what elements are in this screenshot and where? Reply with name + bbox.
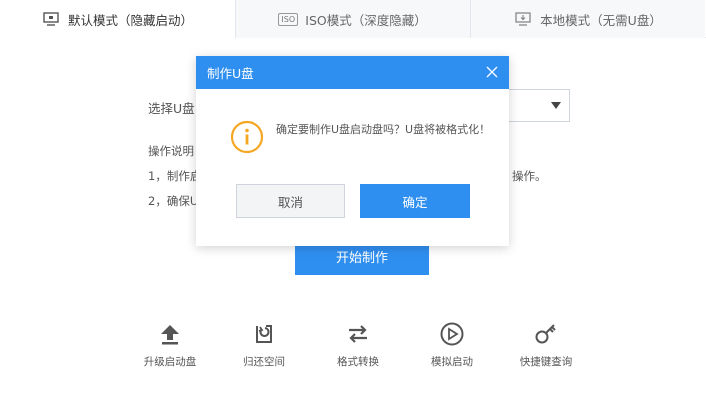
tool-label: 归还空间 <box>243 356 285 368</box>
tab-local-mode[interactable]: 本地模式（无需U盘） <box>470 0 705 38</box>
chevron-down-icon <box>551 102 561 109</box>
tab-label: 默认模式（隐藏启动） <box>67 12 193 28</box>
iso-badge: ISO <box>278 12 299 26</box>
tool-restore-space[interactable]: 归还空间 <box>224 318 304 369</box>
cancel-button[interactable]: 取消 <box>236 184 345 218</box>
tool-label: 升级启动盘 <box>143 356 197 368</box>
tab-label: ISO模式（深度隐藏） <box>305 12 427 28</box>
dialog-message: 确定要制作U盘启动盘吗？U盘将被格式化！ <box>276 123 491 136</box>
tool-label: 模拟启动 <box>431 356 473 368</box>
instruction-line-2: 2，确保U <box>148 194 199 208</box>
restore-icon <box>224 318 304 350</box>
dialog-body: 确定要制作U盘启动盘吗？U盘将被格式化！ 取消 确定 <box>196 89 509 246</box>
instruction-line-1: 1，制作启 <box>148 169 202 183</box>
iso-icon: ISO <box>278 10 299 28</box>
key-icon <box>506 318 586 350</box>
tool-label: 快捷键查询 <box>519 356 573 368</box>
tool-format-convert[interactable]: 格式转换 <box>318 318 398 369</box>
tool-upgrade-boot-disk[interactable]: 升级启动盘 <box>130 318 210 369</box>
select-usb-label: 选择U盘 <box>148 101 195 116</box>
tool-hotkey-query[interactable]: 快捷键查询 <box>506 318 586 369</box>
tab-default-mode[interactable]: 默认模式（隐藏启动） <box>0 0 235 39</box>
instruction-line-1-tail: 操作。 <box>512 169 547 183</box>
monitor-icon <box>42 10 60 28</box>
upload-arrow-icon <box>130 318 210 350</box>
confirm-button[interactable]: 确定 <box>360 184 470 218</box>
close-icon[interactable] <box>485 65 499 79</box>
tool-bar: 升级启动盘 归还空间 格式转换 模拟启动 快捷键查询 <box>130 318 590 378</box>
dialog-title: 制作U盘 <box>207 66 254 81</box>
swap-arrows-icon <box>318 318 398 350</box>
dialog-header: 制作U盘 <box>196 56 509 89</box>
tool-simulate-boot[interactable]: 模拟启动 <box>412 318 492 369</box>
tab-label: 本地模式（无需U盘） <box>540 12 662 28</box>
info-icon <box>230 120 264 154</box>
monitor-download-icon <box>514 10 532 28</box>
tool-label: 格式转换 <box>337 356 379 368</box>
tab-iso-mode[interactable]: ISO ISO模式（深度隐藏） <box>235 0 470 38</box>
play-circle-icon <box>412 318 492 350</box>
confirm-dialog: 制作U盘 确定要制作U盘启动盘吗？U盘将被格式化！ 取消 确定 <box>196 56 509 246</box>
mode-tabbar: 默认模式（隐藏启动） ISO ISO模式（深度隐藏） 本地模式（无需U盘） <box>0 0 706 39</box>
